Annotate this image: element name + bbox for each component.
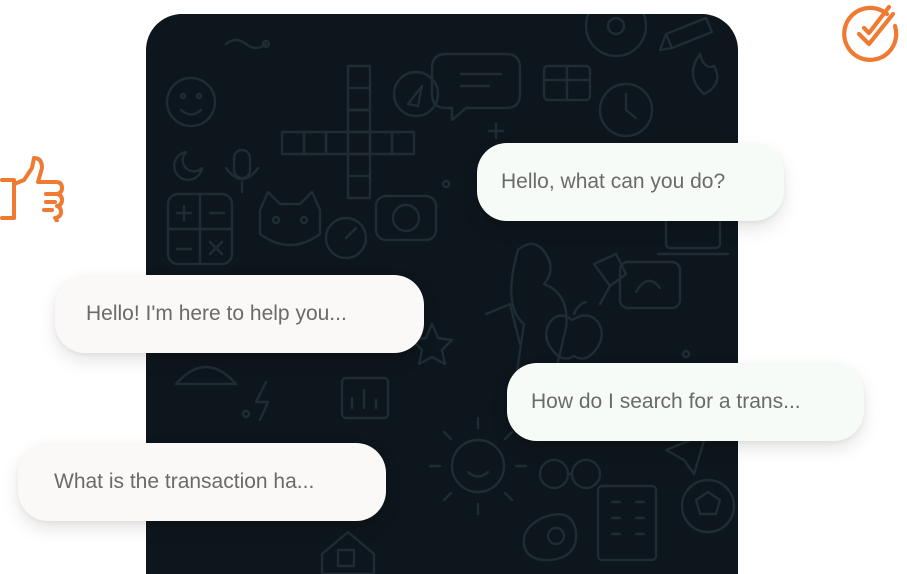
message-bubble-outgoing[interactable]: Hello, what can you do?	[477, 143, 784, 221]
message-bubble-incoming[interactable]: Hello! I'm here to help you...	[55, 275, 424, 353]
check-badge-icon	[842, 4, 899, 62]
thumbs-up-icon	[0, 156, 64, 222]
message-text: Hello! I'm here to help you...	[86, 302, 347, 325]
message-bubble-incoming[interactable]: What is the transaction ha...	[18, 443, 386, 521]
message-bubble-outgoing[interactable]: How do I search for a trans...	[507, 363, 864, 441]
message-text: How do I search for a trans...	[531, 390, 801, 413]
message-text: What is the transaction ha...	[54, 470, 315, 493]
message-text: Hello, what can you do?	[501, 170, 726, 193]
